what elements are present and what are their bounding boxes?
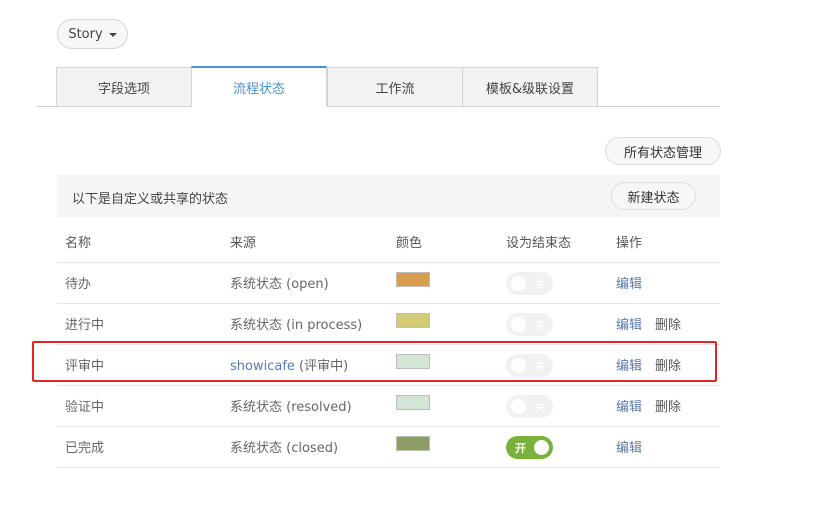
toggle-label: 关: [534, 278, 545, 291]
tab-label: 工作流: [375, 81, 415, 97]
tab-label: 字段选项: [97, 81, 150, 97]
toggle-knob: [511, 399, 526, 414]
header-color: 颜色: [388, 222, 498, 263]
tab-label: 流程状态: [232, 81, 285, 97]
source-suffix: (评审中): [294, 359, 349, 374]
tab-workflow-status[interactable]: 流程状态: [191, 66, 327, 107]
end-state-cell: 开: [498, 426, 608, 468]
table-row: 评审中 showicafe (评审中) 关 编辑 删除: [57, 344, 720, 386]
color-cell: [388, 262, 498, 304]
new-status-button[interactable]: 新建状态: [611, 182, 696, 210]
status-source: 系统状态 (resolved): [222, 385, 388, 427]
actions-cell: 编辑 删除: [608, 385, 720, 427]
status-name: 待办: [57, 262, 222, 304]
end-state-toggle[interactable]: 关: [506, 395, 553, 418]
end-state-cell: 关: [498, 303, 608, 345]
toggle-knob: [511, 358, 526, 373]
status-table: 名称 来源 颜色 设为结束态 操作 待办 系统状态 (open) 关 编辑 进行…: [57, 222, 720, 468]
header-name: 名称: [57, 222, 222, 263]
panel-title: 以下是自定义或共享的状态: [72, 192, 229, 207]
end-state-toggle[interactable]: 关: [506, 313, 553, 336]
color-cell: [388, 385, 498, 427]
tab-workflow[interactable]: 工作流: [327, 67, 463, 107]
status-source: 系统状态 (in process): [222, 303, 388, 345]
button-label: 新建状态: [627, 190, 680, 206]
edit-link[interactable]: 编辑: [616, 314, 655, 333]
button-label: 所有状态管理: [623, 145, 702, 161]
table-row: 进行中 系统状态 (in process) 关 编辑 删除: [57, 303, 720, 345]
tab-label: 模板&级联设置: [485, 81, 575, 97]
actions-cell: 编辑: [608, 262, 720, 304]
tab-template-cascade[interactable]: 模板&级联设置: [462, 67, 598, 107]
color-swatch[interactable]: [396, 436, 430, 451]
status-name: 验证中: [57, 385, 222, 427]
end-state-cell: 关: [498, 344, 608, 386]
table-row: 验证中 系统状态 (resolved) 关 编辑 删除: [57, 385, 720, 427]
toggle-knob: [511, 276, 526, 291]
toggle-label: 关: [534, 360, 545, 373]
status-name: 已完成: [57, 426, 222, 468]
color-swatch[interactable]: [396, 354, 430, 369]
status-source: 系统状态 (closed): [222, 426, 388, 468]
color-swatch[interactable]: [396, 272, 430, 287]
tab-field-options[interactable]: 字段选项: [56, 67, 192, 107]
table-row: 待办 系统状态 (open) 关 编辑: [57, 262, 720, 304]
end-state-toggle[interactable]: 开: [506, 436, 553, 459]
manage-all-status-button[interactable]: 所有状态管理: [605, 137, 721, 165]
header-is-end: 设为结束态: [498, 222, 608, 263]
status-name: 评审中: [57, 344, 222, 386]
toggle-label: 开: [515, 442, 526, 455]
header-source: 来源: [222, 222, 388, 263]
edit-link[interactable]: 编辑: [616, 396, 655, 415]
color-cell: [388, 426, 498, 468]
table-row: 已完成 系统状态 (closed) 开 编辑: [57, 426, 720, 468]
end-state-toggle[interactable]: 关: [506, 272, 553, 295]
toggle-label: 关: [534, 401, 545, 414]
edit-link[interactable]: 编辑: [616, 273, 655, 292]
table-header-row: 名称 来源 颜色 设为结束态 操作: [57, 222, 720, 263]
story-label: Story: [68, 26, 103, 42]
toggle-knob: [534, 440, 549, 455]
delete-link[interactable]: 删除: [655, 400, 681, 415]
toggle-knob: [511, 317, 526, 332]
header-actions: 操作: [608, 222, 720, 263]
color-swatch[interactable]: [396, 313, 430, 328]
color-cell: [388, 344, 498, 386]
chevron-down-icon: [108, 33, 117, 37]
actions-cell: 编辑 删除: [608, 303, 720, 345]
end-state-cell: 关: [498, 385, 608, 427]
actions-cell: 编辑: [608, 426, 720, 468]
delete-link[interactable]: 删除: [655, 359, 681, 374]
status-name: 进行中: [57, 303, 222, 345]
actions-cell: 编辑 删除: [608, 344, 720, 386]
edit-link[interactable]: 编辑: [616, 355, 655, 374]
source-link[interactable]: showicafe: [230, 359, 295, 374]
color-cell: [388, 303, 498, 345]
status-source: 系统状态 (open): [222, 262, 388, 304]
color-swatch[interactable]: [396, 395, 430, 410]
story-dropdown[interactable]: Story: [57, 19, 128, 49]
status-source: showicafe (评审中): [222, 344, 388, 386]
toggle-label: 关: [534, 319, 545, 332]
end-state-cell: 关: [498, 262, 608, 304]
end-state-toggle[interactable]: 关: [506, 354, 553, 377]
delete-link[interactable]: 删除: [655, 318, 681, 333]
edit-link[interactable]: 编辑: [616, 437, 655, 456]
